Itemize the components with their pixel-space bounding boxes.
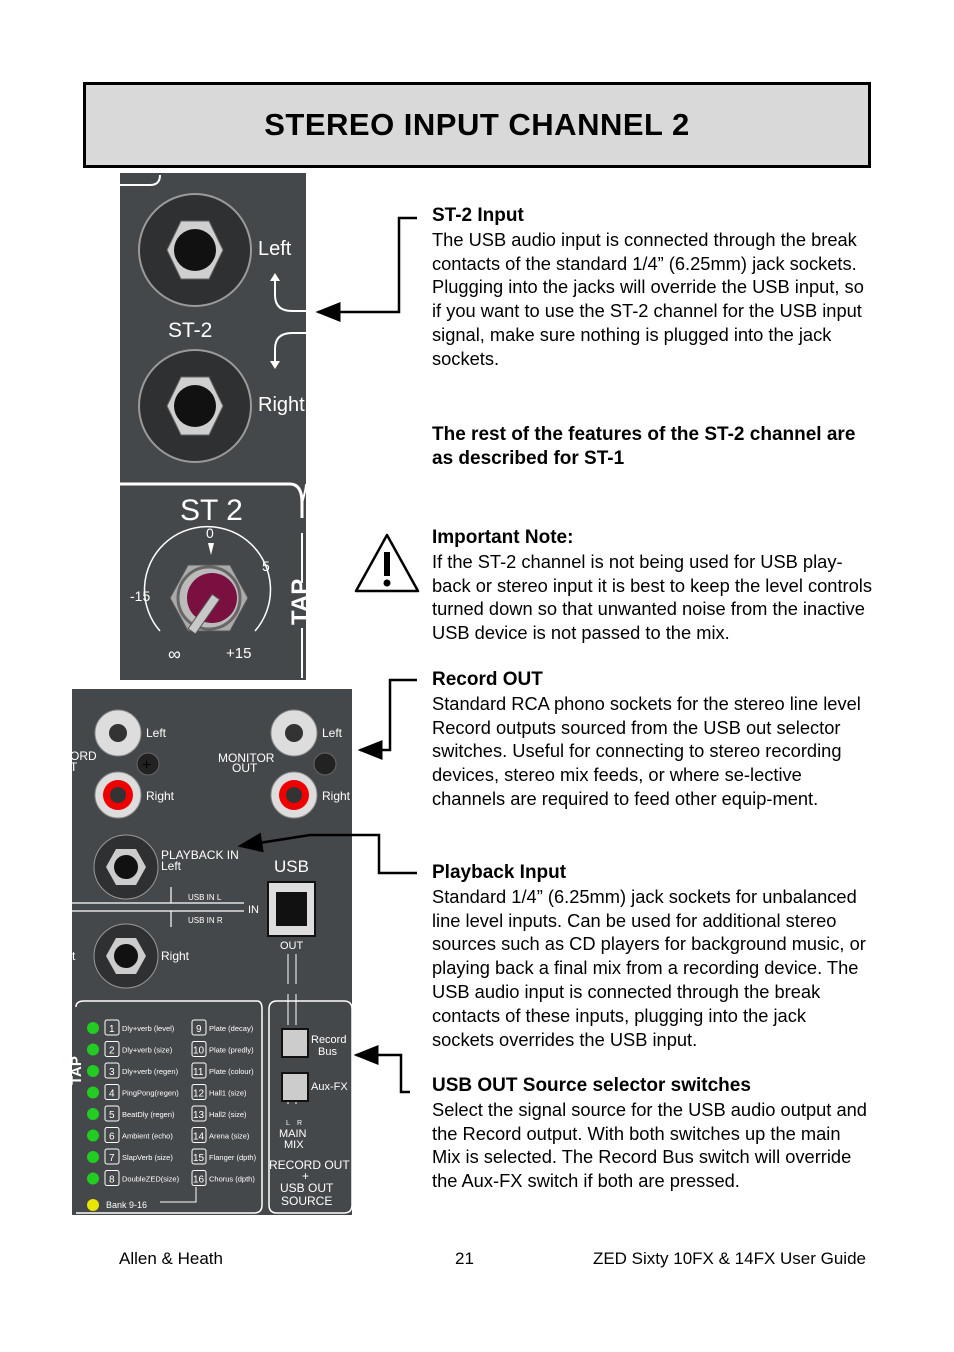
footer-right: ZED Sixty 10FX & 14FX User Guide	[592, 1249, 866, 1268]
section-heading: USB OUT Source selector switches	[432, 1075, 751, 1096]
st2-callout	[315, 216, 417, 322]
page-number: 21	[455, 1249, 474, 1268]
section-body: Standard RCA phono sockets for the stere…	[432, 692, 861, 809]
section-body: If the ST-2 channel is not being used fo…	[432, 550, 872, 644]
playback-callout	[237, 832, 417, 875]
section-body: The USB audio input is connected through…	[432, 228, 864, 369]
footer-left: Allen & Heath	[119, 1249, 223, 1268]
section-heading: Playback Input	[432, 862, 567, 883]
section-body: Select the signal source for the USB aud…	[432, 1098, 867, 1192]
section-record-out: Record OUT Standard RCA phono sockets fo…	[432, 668, 872, 811]
section-playback-input: Playback Input Standard 1/4” (6.25mm) ja…	[432, 861, 872, 1051]
record-out-callout	[357, 678, 417, 760]
section-rest-features: The rest of the features of the ST-2 cha…	[432, 423, 872, 471]
section-important-note: Important Note: If the ST-2 channel is n…	[432, 526, 872, 645]
warning-icon	[354, 533, 420, 593]
section-heading: Record OUT	[432, 669, 543, 690]
usb-out-callout	[353, 1045, 410, 1094]
section-usb-out-source: USB OUT Source selector switches Select …	[432, 1074, 872, 1193]
section-heading: Important Note:	[432, 527, 574, 548]
section-heading: ST-2 Input	[432, 205, 524, 226]
section-st2-input: ST-2 Input The USB audio input is connec…	[432, 204, 872, 371]
section-heading: The rest of the features of the ST-2 cha…	[432, 424, 856, 469]
section-body: Standard 1/4” (6.25mm) jack sockets for …	[432, 885, 866, 1050]
